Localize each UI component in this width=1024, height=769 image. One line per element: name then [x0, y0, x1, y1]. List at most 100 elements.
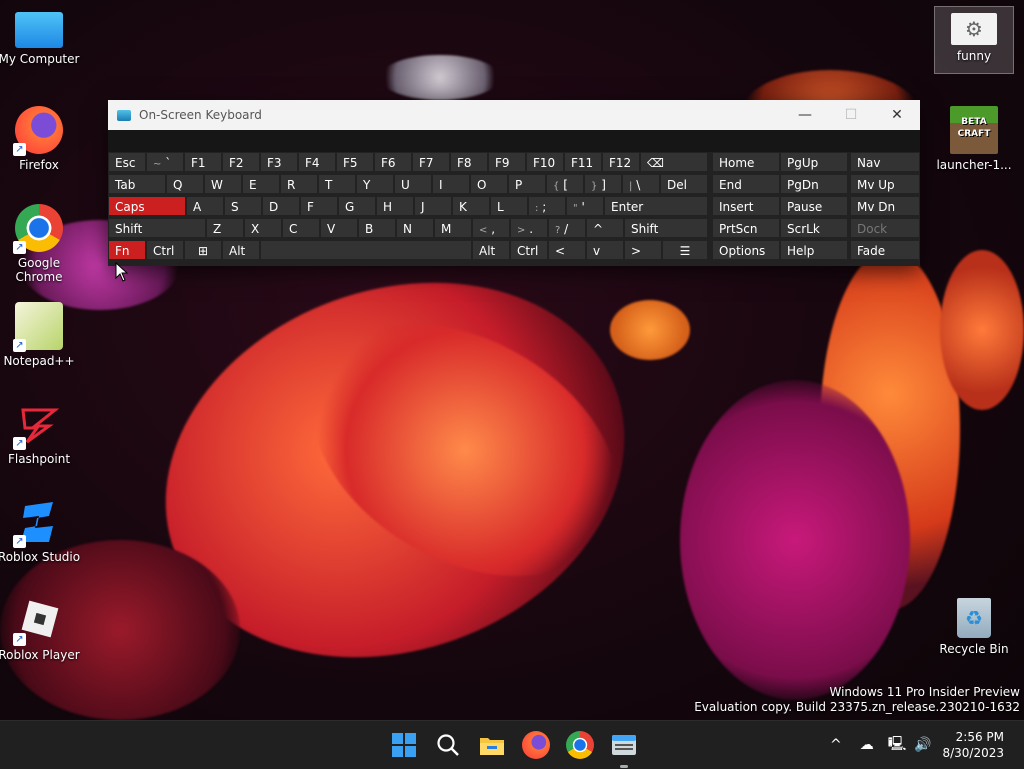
- key-dock[interactable]: Dock: [850, 218, 920, 238]
- key-period[interactable]: > .: [510, 218, 548, 238]
- key-k[interactable]: K: [452, 196, 490, 216]
- desktop-icon-recycle-bin[interactable]: ♻ Recycle Bin: [932, 598, 1016, 656]
- key-e[interactable]: E: [242, 174, 280, 194]
- key-g[interactable]: G: [338, 196, 376, 216]
- key-space[interactable]: [260, 240, 472, 260]
- key-mv-up[interactable]: Mv Up: [850, 174, 920, 194]
- show-hidden-icons-chevron[interactable]: ^: [830, 737, 842, 753]
- key-s[interactable]: S: [224, 196, 262, 216]
- search-icon[interactable]: [434, 731, 462, 759]
- key-f7[interactable]: F7: [412, 152, 450, 172]
- key-f8[interactable]: F8: [450, 152, 488, 172]
- key-p[interactable]: P: [508, 174, 546, 194]
- key-semicolon[interactable]: : ;: [528, 196, 566, 216]
- key-f5[interactable]: F5: [336, 152, 374, 172]
- key-c[interactable]: C: [282, 218, 320, 238]
- desktop-icon-firefox[interactable]: ↗ Firefox: [0, 106, 81, 172]
- desktop-icon-funny[interactable]: ⚙ funny: [934, 6, 1014, 74]
- key-f12[interactable]: F12: [602, 152, 640, 172]
- windows-start-icon[interactable]: [390, 731, 418, 759]
- key-pgdn[interactable]: PgDn: [780, 174, 848, 194]
- key-comma[interactable]: < ,: [472, 218, 510, 238]
- key-l[interactable]: L: [490, 196, 528, 216]
- key-j[interactable]: J: [414, 196, 452, 216]
- key-prtscn[interactable]: PrtScn: [712, 218, 780, 238]
- key-pgup[interactable]: PgUp: [780, 152, 848, 172]
- desktop-icon-my-computer[interactable]: My Computer: [0, 8, 81, 66]
- key-q[interactable]: Q: [166, 174, 204, 194]
- window-title-bar[interactable]: On-Screen Keyboard — ☐ ✕: [108, 100, 920, 130]
- maximize-button[interactable]: ☐: [828, 100, 874, 130]
- key-windows[interactable]: ⊞: [184, 240, 222, 260]
- key-arrow-right[interactable]: >: [624, 240, 662, 260]
- key-f[interactable]: F: [300, 196, 338, 216]
- key-x[interactable]: X: [244, 218, 282, 238]
- key-o[interactable]: O: [470, 174, 508, 194]
- key-f10[interactable]: F10: [526, 152, 564, 172]
- on-screen-keyboard-icon[interactable]: [610, 731, 638, 759]
- key-esc[interactable]: Esc: [108, 152, 146, 172]
- key-tab[interactable]: Tab: [108, 174, 166, 194]
- key-a[interactable]: A: [186, 196, 224, 216]
- key-home[interactable]: Home: [712, 152, 780, 172]
- key-n[interactable]: N: [396, 218, 434, 238]
- chrome-icon[interactable]: [566, 731, 594, 759]
- firefox-icon[interactable]: [522, 731, 550, 759]
- key-fade[interactable]: Fade: [850, 240, 920, 260]
- key-arrow-left[interactable]: <: [548, 240, 586, 260]
- key-end[interactable]: End: [712, 174, 780, 194]
- desktop-icon-roblox-player[interactable]: ↗ Roblox Player: [0, 596, 81, 662]
- key-i[interactable]: I: [432, 174, 470, 194]
- key-backspace[interactable]: ⌫: [640, 152, 708, 172]
- key-r[interactable]: R: [280, 174, 318, 194]
- key-t[interactable]: T: [318, 174, 356, 194]
- key-backslash[interactable]: | \: [622, 174, 660, 194]
- file-explorer-icon[interactable]: [478, 731, 506, 759]
- key-mv-dn[interactable]: Mv Dn: [850, 196, 920, 216]
- network-icon[interactable]: 🖳: [888, 733, 907, 757]
- key-alt-left[interactable]: Alt: [222, 240, 260, 260]
- desktop-icon-roblox-studio[interactable]: ↗ Roblox Studio: [0, 498, 81, 564]
- key-arrow-down[interactable]: v: [586, 240, 624, 260]
- key-y[interactable]: Y: [356, 174, 394, 194]
- taskbar-clock[interactable]: 2:56 PM 8/30/2023: [942, 729, 1004, 761]
- key-f4[interactable]: F4: [298, 152, 336, 172]
- key-ctrl-right[interactable]: Ctrl: [510, 240, 548, 260]
- key-pause[interactable]: Pause: [780, 196, 848, 216]
- key-w[interactable]: W: [204, 174, 242, 194]
- key-slash[interactable]: ? /: [548, 218, 586, 238]
- key-options[interactable]: Options: [712, 240, 780, 260]
- key-f2[interactable]: F2: [222, 152, 260, 172]
- key-v[interactable]: V: [320, 218, 358, 238]
- key-quote[interactable]: " ': [566, 196, 604, 216]
- key-bracket-right[interactable]: } ]: [584, 174, 622, 194]
- key-arrow-up[interactable]: ^: [586, 218, 624, 238]
- key-shift-left[interactable]: Shift: [108, 218, 206, 238]
- key-f6[interactable]: F6: [374, 152, 412, 172]
- key-d[interactable]: D: [262, 196, 300, 216]
- key-f9[interactable]: F9: [488, 152, 526, 172]
- key-fn[interactable]: Fn: [108, 240, 146, 260]
- key-z[interactable]: Z: [206, 218, 244, 238]
- key-nav[interactable]: Nav: [850, 152, 920, 172]
- key-h[interactable]: H: [376, 196, 414, 216]
- close-button[interactable]: ✕: [874, 100, 920, 130]
- key-f3[interactable]: F3: [260, 152, 298, 172]
- minimize-button[interactable]: —: [782, 100, 828, 130]
- key-f11[interactable]: F11: [564, 152, 602, 172]
- key-scrlk[interactable]: ScrLk: [780, 218, 848, 238]
- desktop-icon-google-chrome[interactable]: ↗ Google Chrome: [0, 204, 81, 284]
- desktop-icon-launcher[interactable]: BETA CRAFT launcher-1...: [932, 106, 1016, 172]
- onedrive-warning-icon[interactable]: ☁: [860, 737, 874, 753]
- key-del[interactable]: Del: [660, 174, 708, 194]
- key-insert[interactable]: Insert: [712, 196, 780, 216]
- volume-icon[interactable]: 🔊: [914, 737, 931, 753]
- key-ctrl-left[interactable]: Ctrl: [146, 240, 184, 260]
- key-f1[interactable]: F1: [184, 152, 222, 172]
- key-bracket-left[interactable]: { [: [546, 174, 584, 194]
- key-context-menu[interactable]: ☰: [662, 240, 708, 260]
- key-b[interactable]: B: [358, 218, 396, 238]
- key-shift-right[interactable]: Shift: [624, 218, 708, 238]
- key-enter[interactable]: Enter: [604, 196, 708, 216]
- desktop-icon-notepad-plus-plus[interactable]: ↗ Notepad++: [0, 302, 81, 368]
